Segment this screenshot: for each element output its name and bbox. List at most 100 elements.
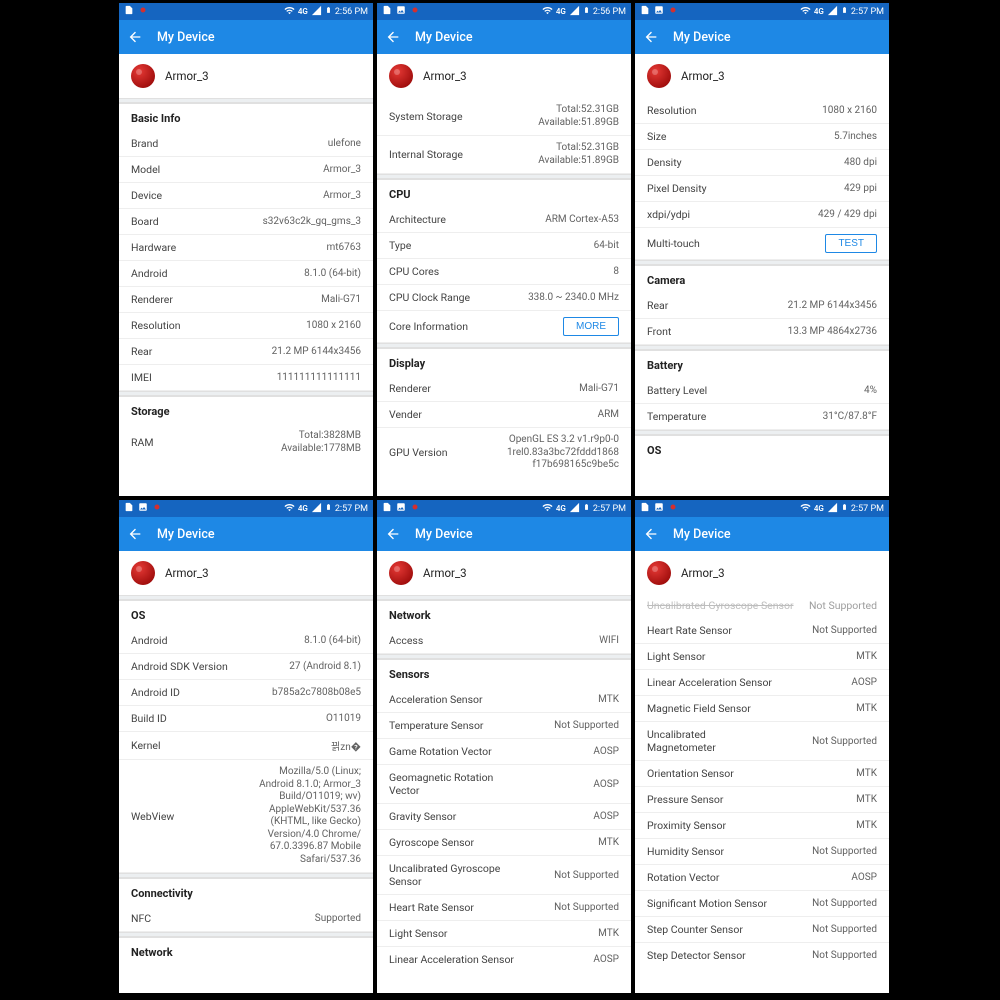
info-row: Geomagnetic Rotation Vector AOSP — [377, 765, 631, 804]
content[interactable]: Armor_3Uncalibrated Gyroscope SensorNot … — [635, 551, 889, 993]
wifi-icon — [284, 502, 295, 516]
section-heading: OS — [635, 435, 889, 463]
info-label: Resolution — [131, 319, 181, 332]
info-value: ARM Cortex-A53 — [454, 214, 619, 225]
partial-row: Uncalibrated Gyroscope SensorNot Support… — [635, 595, 889, 618]
info-label: Build ID — [131, 712, 167, 725]
back-icon[interactable] — [127, 526, 143, 542]
device-header: Armor_3 — [635, 54, 889, 98]
info-label: Renderer — [131, 293, 173, 306]
info-value: MTK — [456, 928, 620, 939]
info-label: Architecture — [389, 213, 446, 226]
info-label: Vender — [389, 408, 422, 421]
info-label: Hardware — [131, 241, 176, 254]
status-bar: 4G2:57 PM — [119, 500, 373, 517]
info-row: Linear Acceleration SensorAOSP — [377, 947, 631, 972]
info-label: Size — [647, 130, 666, 143]
info-value: Not Supported — [524, 870, 620, 881]
info-value: 338.0 ~ 2340.0 MHz — [478, 292, 619, 303]
info-row: CPU Clock Range338.0 ~ 2340.0 MHz — [377, 285, 631, 311]
back-icon[interactable] — [643, 526, 659, 542]
info-value: Not Supported — [732, 846, 877, 857]
content[interactable]: Armor_3OSAndroid8.1.0 (64-bit)Android SD… — [119, 551, 373, 993]
info-row: Resolution1080 x 2160 — [635, 98, 889, 124]
info-value: Mozilla/5.0 (Linux;Android 8.1.0; Armor_… — [259, 766, 361, 866]
info-value: Not Supported — [775, 898, 877, 909]
info-row: Light SensorMTK — [377, 921, 631, 947]
back-icon[interactable] — [385, 526, 401, 542]
info-label: Front — [647, 325, 671, 338]
phone-screen: 4G2:57 PMMy DeviceArmor_3Uncalibrated Gy… — [635, 500, 889, 993]
clock: 2:56 PM — [593, 7, 626, 17]
info-row: Resolution1080 x 2160 — [119, 313, 373, 339]
clock: 2:57 PM — [851, 7, 884, 17]
info-value: O11019 — [175, 713, 361, 724]
status-icon — [382, 502, 392, 515]
info-row: WebViewMozilla/5.0 (Linux;Android 8.1.0;… — [119, 760, 373, 873]
info-label: Geomagnetic Rotation Vector — [389, 771, 516, 797]
info-value: 5.7inches — [674, 131, 877, 142]
info-value: 64-bit — [419, 240, 619, 251]
info-row: RAMTotal:3828MBAvailable:1778MB — [119, 424, 373, 461]
status-icon — [410, 502, 420, 515]
info-value: 4% — [715, 385, 877, 396]
info-row: Step Detector SensorNot Supported — [635, 943, 889, 968]
info-value: AOSP — [524, 779, 620, 790]
info-label: Significant Motion Sensor — [647, 897, 767, 910]
info-label: Heart Rate Sensor — [389, 901, 474, 914]
status-icon — [654, 5, 664, 18]
info-value: Not Supported — [751, 924, 877, 935]
content[interactable]: Armor_3System StorageTotal:52.31GBAvaila… — [377, 54, 631, 496]
info-value: Not Supported — [492, 720, 620, 731]
info-label: Board — [131, 215, 159, 228]
info-row: Internal StorageTotal:52.31GBAvailable:5… — [377, 136, 631, 174]
info-value: 8.1.0 (64-bit) — [176, 635, 362, 646]
info-row: Android8.1.0 (64-bit) — [119, 261, 373, 287]
status-icon — [668, 5, 678, 18]
content[interactable]: Armor_3Resolution1080 x 2160 Size 5.7inche… — [635, 54, 889, 496]
info-row: Type64-bit — [377, 233, 631, 259]
info-value: MTK — [731, 794, 877, 805]
info-row: Acceleration SensorMTK — [377, 687, 631, 713]
info-label: Step Counter Sensor — [647, 923, 743, 936]
back-icon[interactable] — [385, 29, 401, 45]
info-row: Uncalibrated MagnetometerNot Supported — [635, 722, 889, 761]
back-icon[interactable] — [127, 29, 143, 45]
info-value: 31°C/87.8°F — [714, 411, 877, 422]
info-row: Brandulefone — [119, 131, 373, 157]
info-row: DeviceArmor_3 — [119, 183, 373, 209]
info-value: 111111111111111 — [160, 372, 361, 383]
info-row: IMEI111111111111111 — [119, 365, 373, 391]
status-icon — [640, 5, 650, 18]
test-button[interactable]: TEST — [825, 234, 877, 253]
info-value: AOSP — [522, 954, 619, 965]
info-label: Proximity Sensor — [647, 819, 726, 832]
info-value: MTK — [714, 651, 878, 662]
app-bar: My Device — [377, 20, 631, 54]
more-button[interactable]: MORE — [563, 317, 619, 336]
content[interactable]: Armor_3Basic InfoBrandulefoneModelArmor_… — [119, 54, 373, 496]
app-icon — [647, 64, 671, 88]
back-icon[interactable] — [643, 29, 659, 45]
info-value: Armor_3 — [170, 190, 361, 201]
info-value: AOSP — [500, 746, 619, 757]
network-label: 4G — [814, 7, 824, 16]
battery-icon — [841, 4, 848, 19]
content[interactable]: Armor_3NetworkAccessWIFISensorsAccelerat… — [377, 551, 631, 993]
info-value: Not Supported — [482, 902, 619, 913]
status-icon — [396, 502, 406, 515]
section-heading: Connectivity — [119, 878, 373, 906]
section-heading: Network — [119, 937, 373, 965]
info-row: Significant Motion Sensor Not Supported — [635, 891, 889, 917]
info-row: Front13.3 MP 4864x2736 — [635, 319, 889, 345]
info-value: 27 (Android 8.1) — [236, 661, 361, 672]
info-label: Magnetic Field Sensor — [647, 702, 751, 715]
info-row: Android IDb785a2c7808b08e5 — [119, 680, 373, 706]
info-label: Uncalibrated Gyroscope Sensor — [389, 862, 516, 888]
info-label: xdpi/ydpi — [647, 208, 690, 221]
info-value: WIFI — [431, 635, 619, 646]
info-value: 429 / 429 dpi — [698, 209, 877, 220]
info-label: Temperature Sensor — [389, 719, 484, 732]
battery-icon — [583, 4, 590, 19]
info-row: Humidity SensorNot Supported — [635, 839, 889, 865]
